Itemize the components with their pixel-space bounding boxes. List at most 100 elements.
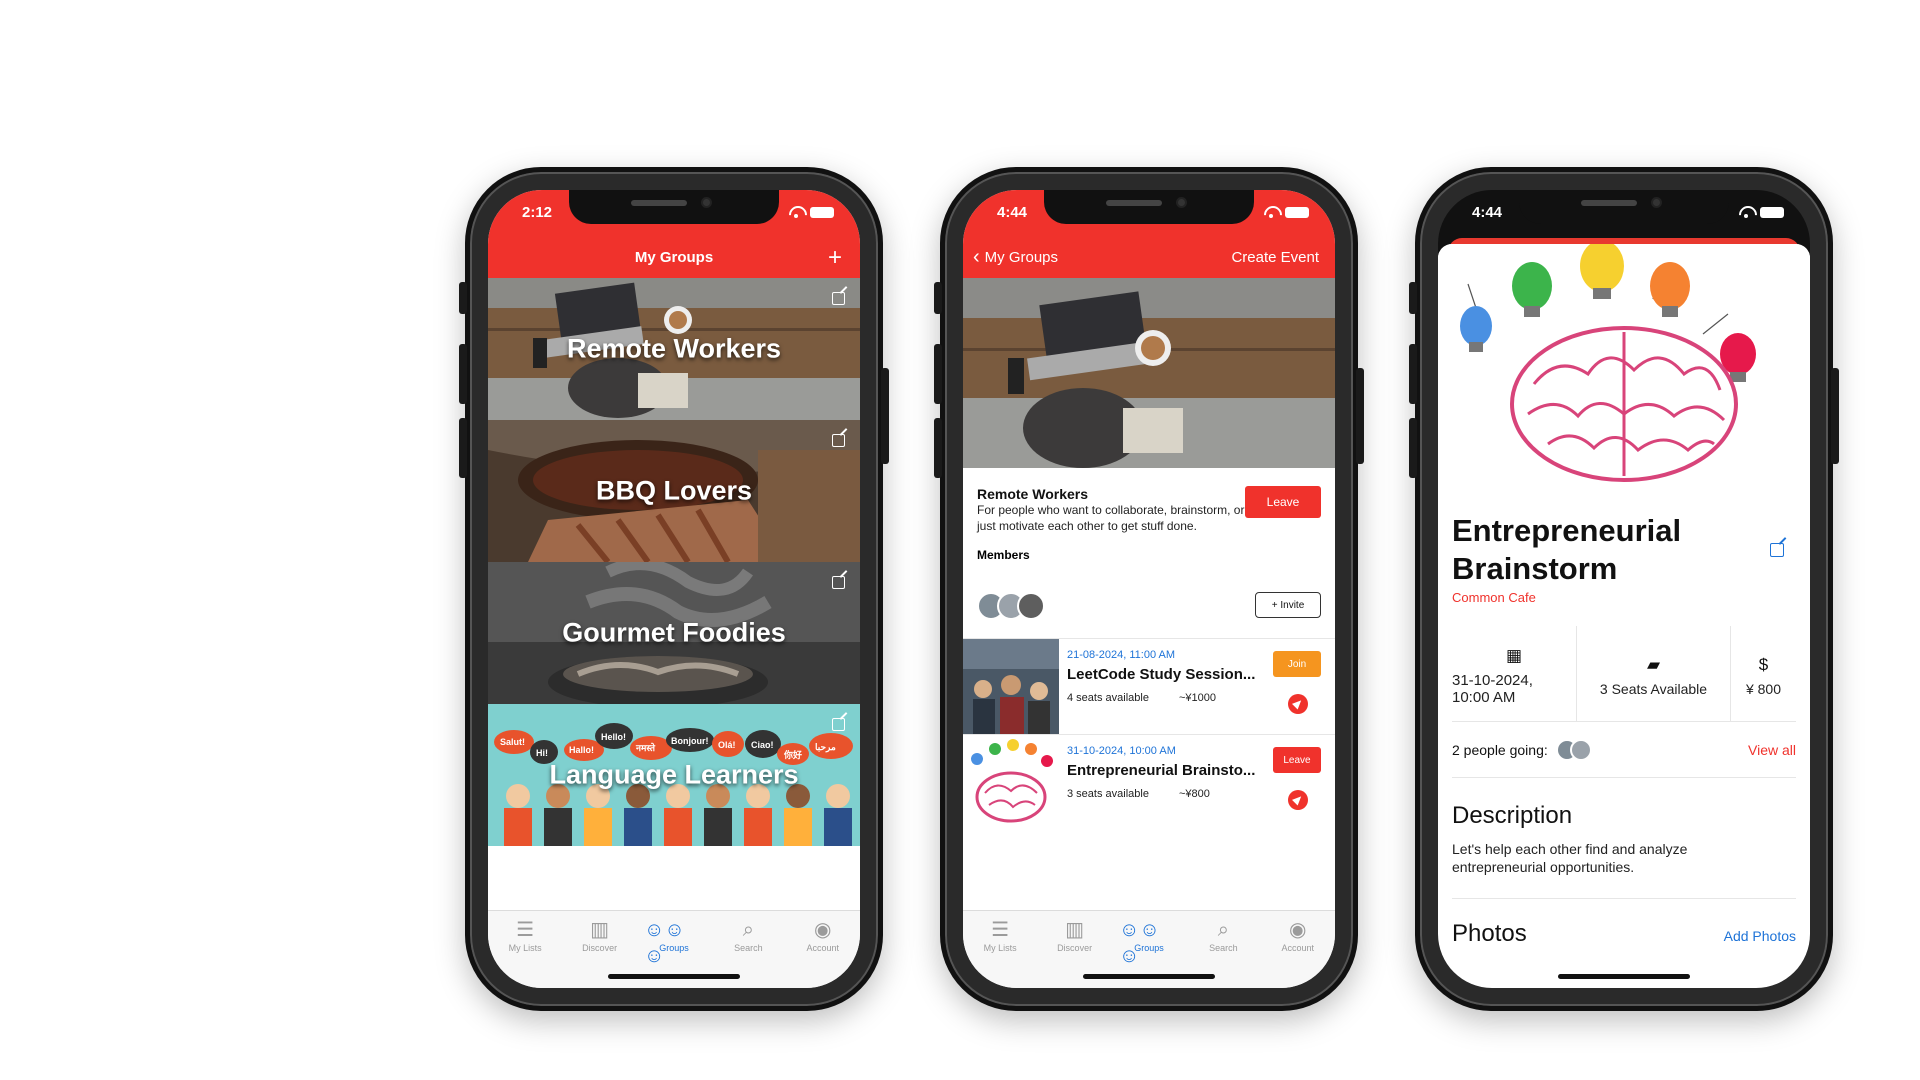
event-seats: 3 seats available [1067, 788, 1149, 800]
tab-label: Discover [582, 943, 618, 953]
groups-icon: ☺☺☺ [1118, 919, 1160, 967]
phone-group-detail: ‹ My Groups Create Event 4:44 Remote Wor… [934, 167, 1364, 1011]
event-location[interactable]: Common Cafe [1452, 590, 1536, 605]
status-time: 2:12 [522, 204, 553, 221]
speech-bubble-text: Salut! [500, 737, 525, 747]
avatar [1569, 738, 1592, 761]
tab-account[interactable]: ◉ Account [1268, 917, 1328, 988]
event-row[interactable]: 21-08-2024, 11:00 AM LeetCode Study Sess… [963, 638, 1335, 735]
add-photos-link[interactable]: Add Photos [1724, 928, 1796, 944]
event-price: ¥ 800 [1745, 680, 1782, 697]
event-facts: ▦ 31-10-2024, 10:00 AM ▰ 3 Seats Availab… [1452, 626, 1796, 722]
event-datetime: 31-10-2024, 10:00 AM [1452, 671, 1533, 706]
nav-title: My Groups [634, 249, 714, 266]
event-date: 31-10-2024, 10:00 AM [1067, 745, 1176, 757]
wifi-icon [1738, 206, 1754, 218]
battery-icon [1285, 206, 1309, 218]
event-seats: 4 seats available [1067, 692, 1149, 704]
edit-icon[interactable] [832, 718, 845, 731]
notch [1044, 190, 1254, 224]
add-group-button[interactable]: + [828, 246, 842, 270]
search-icon: ⌕ [742, 919, 754, 941]
edit-icon[interactable] [832, 434, 845, 447]
list-icon: ☰ [516, 919, 535, 941]
group-info: Remote Workers For people who want to co… [963, 468, 1335, 638]
status-time: 4:44 [997, 204, 1028, 221]
group-description: For people who want to collaborate, brai… [977, 503, 1245, 533]
wifi-icon [788, 206, 804, 218]
group-tile-gourmet-foodies[interactable]: Gourmet Foodies [488, 562, 860, 704]
tab-my-lists[interactable]: ☰ My Lists [970, 917, 1030, 988]
description-text: Let's help each other find and analyze e… [1452, 841, 1688, 876]
tab-account[interactable]: ◉ Account [793, 917, 853, 988]
members-label: Members [977, 548, 1030, 563]
event-row[interactable]: 31-10-2024, 10:00 AM Entrepreneurial Bra… [963, 734, 1335, 831]
speech-bubble-text: नमस्ते [635, 742, 656, 753]
notch [1519, 190, 1729, 224]
speech-bubble-text: 你好 [783, 749, 802, 760]
notch [569, 190, 779, 224]
seat-icon: ▰ [1646, 654, 1661, 674]
screen: ‹ My Groups Create Event 4:44 Remote Wor… [963, 190, 1335, 988]
tab-label: My Lists [508, 943, 542, 953]
calendar-icon: ▦ [1505, 645, 1523, 665]
speech-bubble-text: مرحبا [815, 742, 836, 753]
battery-icon [1760, 206, 1784, 218]
group-tile-bbq-lovers[interactable]: BBQ Lovers [488, 420, 860, 562]
fact-price: $ ¥ 800 [1730, 626, 1796, 721]
divider [1452, 898, 1796, 899]
navigation-icon[interactable] [1288, 694, 1308, 714]
speech-bubble-text: Hi! [536, 748, 548, 758]
tab-label: Account [1281, 943, 1315, 953]
group-hero-image [963, 278, 1335, 468]
speech-bubble-text: Olá! [718, 740, 736, 750]
screen: My Groups + 2:12 Remote Workers BBQ Love… [488, 190, 860, 988]
view-all-link[interactable]: View all [1748, 742, 1796, 758]
group-name: Gourmet Foodies [562, 617, 786, 648]
groups-icon: ☺☺☺ [643, 919, 685, 967]
fact-datetime: ▦ 31-10-2024, 10:00 AM [1452, 626, 1576, 721]
event-name: Entrepreneurial Brainsto... [1067, 762, 1256, 779]
edit-icon[interactable] [832, 576, 845, 589]
status-time: 4:44 [1472, 204, 1503, 221]
join-event-button[interactable]: Join [1273, 651, 1321, 677]
speech-bubble-text: Hallo! [569, 745, 594, 755]
phone-my-groups: My Groups + 2:12 Remote Workers BBQ Love… [459, 167, 889, 1011]
invite-button[interactable]: + Invite [1255, 592, 1321, 618]
group-tile-language-learners[interactable]: Salut! Hi! Hallo! Hello! नमस्ते Bonjour!… [488, 704, 860, 846]
people-going-label: 2 people going: [1452, 741, 1548, 758]
attendees-row: 2 people going: View all [1452, 722, 1796, 778]
account-icon: ◉ [814, 919, 832, 941]
fact-seats: ▰ 3 Seats Available [1576, 626, 1730, 721]
create-event-button[interactable]: Create Event [1231, 249, 1319, 266]
screen: 4:44 Entrepreneurial Brainstorm Common C… [1438, 190, 1810, 988]
member-avatars[interactable] [977, 592, 1045, 620]
event-banner-image [1438, 244, 1810, 504]
leave-event-button[interactable]: Leave [1273, 747, 1321, 773]
tab-my-lists[interactable]: ☰ My Lists [495, 917, 555, 988]
photos-heading: Photos [1452, 920, 1527, 947]
wifi-icon [1263, 206, 1279, 218]
leave-group-button[interactable]: Leave [1245, 486, 1321, 518]
event-detail-sheet: Entrepreneurial Brainstorm Common Cafe ▦… [1438, 244, 1810, 988]
home-indicator [1558, 974, 1690, 979]
tab-label: My Lists [983, 943, 1017, 953]
tab-label: Search [1209, 943, 1238, 953]
event-title: Entrepreneurial Brainstorm [1452, 513, 1682, 586]
edit-icon[interactable] [832, 292, 845, 305]
tab-label: Discover [1057, 943, 1093, 953]
back-button[interactable]: ‹ My Groups [973, 247, 1058, 267]
tab-label: Groups [1134, 943, 1164, 953]
avatar [1017, 592, 1045, 620]
chevron-left-icon: ‹ [973, 246, 980, 268]
back-label: My Groups [984, 248, 1059, 266]
seats-available: 3 Seats Available [1599, 680, 1708, 697]
description-heading: Description [1452, 802, 1573, 829]
group-name: Remote Workers [566, 333, 782, 364]
navigation-icon[interactable] [1288, 790, 1308, 810]
edit-icon[interactable] [1770, 543, 1784, 557]
group-tile-remote-workers[interactable]: Remote Workers [488, 278, 860, 420]
speech-bubble-text: Hello! [601, 732, 626, 742]
map-icon: ▥ [590, 919, 610, 941]
tab-label: Account [806, 943, 840, 953]
